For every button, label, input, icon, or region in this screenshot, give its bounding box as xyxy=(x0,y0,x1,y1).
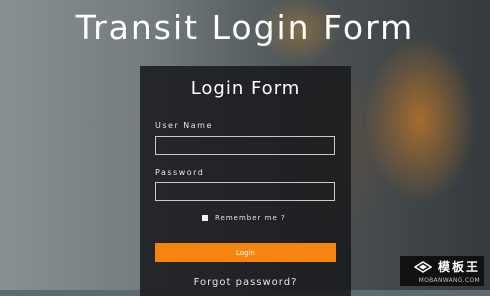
watermark-name: 模板王 xyxy=(437,260,480,274)
username-input[interactable] xyxy=(155,136,335,155)
login-button[interactable]: Login xyxy=(155,243,336,262)
login-panel: Login Form User Name Password Remember m… xyxy=(140,66,351,296)
watermark-url: MOBANWANG.COM xyxy=(418,277,480,284)
username-label: User Name xyxy=(155,121,213,130)
remember-me[interactable]: Remember me ? xyxy=(202,214,286,222)
password-input[interactable] xyxy=(155,182,335,201)
remember-me-label: Remember me ? xyxy=(215,214,286,222)
password-label: Password xyxy=(155,168,205,177)
forgot-password-link[interactable]: Forgot password? xyxy=(140,277,351,288)
remember-me-checkbox[interactable] xyxy=(202,215,208,221)
form-title: Login Form xyxy=(190,78,301,99)
watermark-row: 模板王 xyxy=(413,258,480,275)
watermark-logo-icon xyxy=(413,260,432,273)
watermark: 模板王 MOBANWANG.COM xyxy=(400,256,484,286)
page-title: Transit Login Form xyxy=(75,8,415,47)
